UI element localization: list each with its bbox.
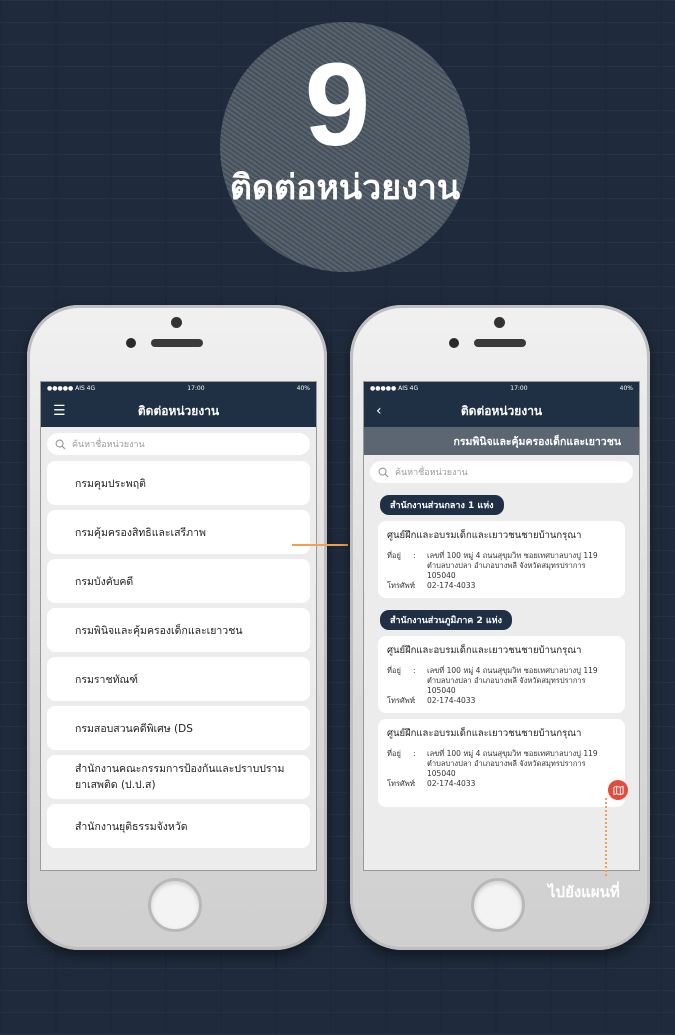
office-name: ศูนย์ฝึกและอบรมเด็กและเยาวชนชายบ้านกรุณา [387, 728, 582, 739]
status-bar: ●●●●● AIS 4G 17:00 40% [41, 382, 316, 395]
screen-agency-list: ●●●●● AIS 4G 17:00 40% ☰ ติดต่อหน่วยงาน … [40, 381, 317, 871]
phone-left: ●●●●● AIS 4G 17:00 40% ☰ ติดต่อหน่วยงาน … [27, 305, 327, 950]
section-label-central: สำนักงานส่วนกลาง 1 แห่ง [380, 495, 504, 515]
map-callout-label: ไปยังแผนที่ [548, 883, 620, 901]
search-icon [378, 467, 389, 478]
speaker-grille [474, 339, 526, 347]
address-value: ตำบลบางปลา อำเภอบางพลี จังหวัดสมุทรปรากา… [427, 676, 586, 695]
address-value: เลขที่ 100 หมู่ 4 ถนนสุขุมวิท ซอยเทศบาลบ… [427, 551, 598, 560]
map-callout-connector [605, 798, 607, 876]
speaker-grille [151, 339, 203, 347]
phone-number[interactable]: 02-174-4033 [427, 696, 616, 706]
address-value: ตำบลบางปลา อำเภอบางพลี จังหวัดสมุทรปรากา… [427, 759, 586, 778]
nav-title: ติดต่อหน่วยงาน [137, 403, 220, 418]
battery-label: 40% [296, 385, 310, 392]
map-icon [612, 785, 624, 795]
home-button[interactable] [471, 878, 525, 932]
address-value: เลขที่ 100 หมู่ 4 ถนนสุขุมวิท ซอยเทศบาลบ… [427, 666, 598, 675]
screen-agency-detail: ●●●●● AIS 4G 17:00 40% ‹ ติดต่อหน่วยงาน … [363, 381, 640, 871]
list-item[interactable]: สำนักงานยุติธรรมจังหวัด [47, 804, 310, 848]
office-name: ศูนย์ฝึกและอบรมเด็กและเยาวชนชายบ้านกรุณา [387, 645, 582, 656]
section-number: 9 [304, 39, 371, 171]
section-title: ติดต่อหน่วยงาน [229, 168, 461, 208]
phone-number[interactable]: 02-174-4033 [427, 779, 616, 789]
map-button[interactable] [608, 780, 628, 800]
search-placeholder: ค้นหาชื่อหน่วยงาน [395, 468, 468, 478]
phone-label: โทรศัพท์ [387, 779, 415, 788]
front-sensor [126, 338, 136, 348]
office-card[interactable]: ศูนย์ฝึกและอบรมเด็กและเยาวชนชายบ้านกรุณา… [378, 521, 625, 598]
office-card[interactable]: ศูนย์ฝึกและอบรมเด็กและเยาวชนชายบ้านกรุณา… [378, 636, 625, 713]
search-input[interactable]: ค้นหาชื่อหน่วยงาน [47, 433, 310, 455]
clock-label: 17:00 [510, 385, 528, 392]
list-item[interactable]: สำนักงานคณะกรรมการป้องกันและปราบปราม ยาเ… [47, 755, 310, 799]
list-item[interactable]: กรมสอบสวนคดีพิเศษ (DS [47, 706, 310, 750]
address-label: ที่อยู่ [387, 551, 401, 560]
carrier-label: ●●●●● AIS 4G [47, 385, 96, 392]
nav-title: ติดต่อหน่วยงาน [460, 403, 543, 418]
callout-connector [292, 544, 348, 546]
list-item[interactable]: กรมพินิจและคุ้มครองเด็กและเยาวชน [47, 608, 310, 652]
office-card[interactable]: ศูนย์ฝึกและอบรมเด็กและเยาวชนชายบ้านกรุณา… [378, 719, 625, 807]
search-icon [55, 439, 66, 450]
list-item[interactable]: กรมบังคับคดี [47, 559, 310, 603]
search-placeholder: ค้นหาชื่อหน่วยงาน [72, 440, 145, 450]
agency-list: กรมคุมประพฤติ กรมคุ้มครองสิทธิและเสรีภาพ… [41, 461, 316, 848]
address-label: ที่อยู่ [387, 666, 401, 675]
list-item[interactable]: กรมราชทัณฑ์ [47, 657, 310, 701]
nav-bar: ‹ ติดต่อหน่วยงาน [364, 395, 639, 427]
status-bar: ●●●●● AIS 4G 17:00 40% [364, 382, 639, 395]
address-value: เลขที่ 100 หมู่ 4 ถนนสุขุมวิท ซอยเทศบาลบ… [427, 749, 598, 758]
phone-number[interactable]: 02-174-4033 [427, 581, 616, 591]
list-item[interactable]: กรมคุ้มครองสิทธิและเสรีภาพ [47, 510, 310, 554]
home-button[interactable] [148, 878, 202, 932]
list-item[interactable]: กรมคุมประพฤติ [47, 461, 310, 505]
office-name: ศูนย์ฝึกและอบรมเด็กและเยาวชนชายบ้านกรุณา [387, 530, 582, 541]
address-label: ที่อยู่ [387, 749, 401, 758]
phone-label: โทรศัพท์ [387, 581, 415, 590]
phone-label: โทรศัพท์ [387, 696, 415, 705]
nav-bar: ☰ ติดต่อหน่วยงาน [41, 395, 316, 427]
section-label-regional: สำนักงานส่วนภูมิภาค 2 แห่ง [380, 610, 512, 630]
battery-label: 40% [619, 385, 633, 392]
carrier-label: ●●●●● AIS 4G [370, 385, 419, 392]
search-input[interactable]: ค้นหาชื่อหน่วยงาน [370, 461, 633, 483]
address-value: ตำบลบางปลา อำเภอบางพลี จังหวัดสมุทรปรากา… [427, 561, 586, 580]
clock-label: 17:00 [187, 385, 205, 392]
front-sensor [449, 338, 459, 348]
camera-icon [494, 317, 505, 328]
department-subheader: กรมพินิจและคุ้มครองเด็กและเยาวชน [364, 427, 639, 455]
camera-icon [171, 317, 182, 328]
